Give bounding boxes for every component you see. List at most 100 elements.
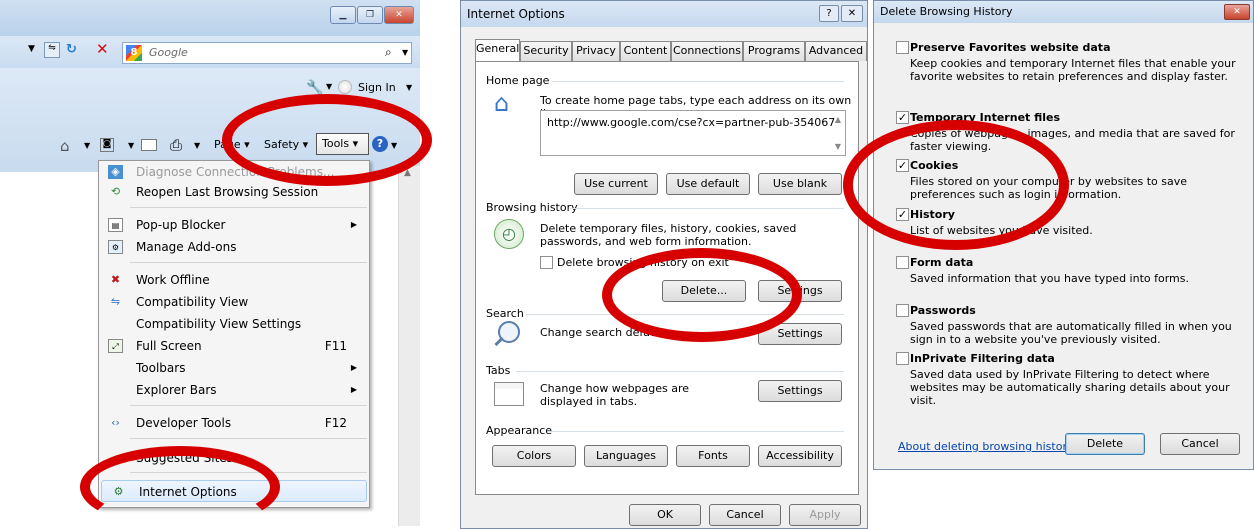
menu-item-full-screen[interactable]: ⤢ Full Screen F11	[99, 335, 369, 357]
tab-general[interactable]: General	[475, 39, 520, 61]
stop-icon[interactable]: ✕	[96, 40, 109, 58]
tab-programs[interactable]: Programs	[743, 41, 805, 61]
menu-item-popup-blocker[interactable]: ▤ Pop-up Blocker ▶	[99, 214, 369, 236]
highlight-ring-internet-options	[80, 446, 280, 528]
tab-connections[interactable]: Connections	[671, 41, 743, 61]
fullscreen-icon: ⤢	[108, 339, 123, 353]
home-page-url: http://www.google.com/cse?cx=partner-pub…	[547, 116, 836, 129]
accessibility-button[interactable]: Accessibility	[758, 445, 842, 467]
search-placeholder: Google	[149, 46, 188, 59]
menu-item-toolbars[interactable]: Toolbars ▶	[99, 357, 369, 379]
reopen-icon: ⟲	[110, 185, 121, 198]
chevron-down-icon[interactable]: ▼	[194, 141, 200, 150]
menu-item-developer-tools[interactable]: ‹› Developer Tools F12	[99, 412, 369, 434]
colors-button[interactable]: Colors	[492, 445, 576, 467]
help-button[interactable]: ?	[819, 5, 839, 22]
form-data-checkbox[interactable]	[896, 256, 909, 269]
highlight-ring-tools	[222, 94, 432, 186]
home-page-url-field[interactable]: http://www.google.com/cse?cx=partner-pub…	[540, 110, 846, 156]
menu-separator	[130, 207, 367, 208]
fonts-button[interactable]: Fonts	[676, 445, 750, 467]
chevron-down-icon[interactable]: ▼	[402, 48, 408, 57]
minimize-button[interactable]: ▁	[330, 6, 356, 24]
languages-button[interactable]: Languages	[584, 445, 668, 467]
submenu-arrow-icon: ▶	[350, 220, 357, 229]
tabs-settings-button[interactable]: Settings	[758, 380, 842, 402]
search-icon[interactable]: ⌕	[385, 45, 392, 60]
address-bar-row: ▼ ⇋ ↻ ✕ 8 Google ⌕ ▼	[0, 36, 420, 68]
chevron-down-icon[interactable]: ▼	[406, 83, 412, 92]
apply-button[interactable]: Apply	[789, 504, 861, 526]
close-button[interactable]: ✕	[841, 5, 863, 22]
menu-item-manage-addons[interactable]: ⚙ Manage Add-ons	[99, 236, 369, 258]
house-icon: ⌂	[494, 89, 510, 117]
use-blank-button[interactable]: Use blank	[758, 173, 842, 195]
addons-icon: ⚙	[108, 240, 123, 254]
scroll-up-icon[interactable]: ▲	[835, 115, 841, 124]
submenu-arrow-icon: ▶	[350, 385, 357, 394]
magnifier-handle	[494, 336, 504, 347]
dialog-title: Delete Browsing History	[880, 5, 1013, 18]
dialog-titlebar: Internet Options ? ✕	[461, 1, 867, 27]
preserve-favorites-label: Preserve Favorites website data	[910, 41, 1111, 54]
dialog-titlebar: Delete Browsing History ✕	[874, 1, 1253, 23]
ok-button[interactable]: OK	[629, 504, 701, 526]
tab-content[interactable]: Content	[620, 41, 671, 61]
use-default-button[interactable]: Use default	[666, 173, 750, 195]
use-current-button[interactable]: Use current	[574, 173, 658, 195]
google-logo-icon: 8	[126, 45, 142, 61]
user-circle-icon	[338, 80, 352, 94]
menu-item-work-offline[interactable]: ✖ Work Offline	[99, 269, 369, 291]
dropdown-arrow-icon[interactable]: ▼	[28, 44, 35, 54]
close-button[interactable]: ✕	[1224, 4, 1250, 20]
cancel-button[interactable]: Cancel	[709, 504, 781, 526]
page-scrollbar[interactable]: ▲	[398, 166, 420, 526]
browsing-history-group-label: Browsing history	[486, 201, 578, 214]
menu-item-compat-view[interactable]: ⇋ Compatibility View	[99, 291, 369, 313]
inprivate-checkbox[interactable]	[896, 352, 909, 365]
scroll-down-icon[interactable]: ▼	[835, 142, 841, 151]
browsing-history-description: Delete temporary files, history, cookies…	[540, 222, 797, 248]
menu-separator	[130, 405, 367, 406]
chevron-down-icon[interactable]: ▼	[84, 141, 90, 150]
passwords-description: Saved passwords that are automatically f…	[910, 320, 1232, 346]
menu-separator	[130, 438, 367, 439]
refresh-icon[interactable]: ↻	[66, 42, 77, 57]
passwords-checkbox[interactable]	[896, 304, 909, 317]
feeds-icon[interactable]: ◙	[100, 138, 114, 152]
search-group-label: Search	[486, 307, 524, 320]
tabs-window-icon	[494, 382, 524, 406]
mail-icon[interactable]	[141, 139, 157, 151]
delete-button[interactable]: Delete	[1065, 433, 1145, 455]
menu-item-explorer-bars[interactable]: Explorer Bars ▶	[99, 379, 369, 401]
highlight-ring-delete	[602, 248, 802, 342]
maximize-button[interactable]: ❐	[357, 6, 383, 24]
temp-files-checkbox[interactable]: ✓	[896, 111, 909, 124]
form-data-label: Form data	[910, 256, 974, 269]
menu-item-compat-settings[interactable]: Compatibility View Settings	[99, 313, 369, 335]
delete-on-exit-checkbox[interactable]	[540, 256, 553, 269]
about-deleting-link[interactable]: About deleting browsing history	[898, 440, 1073, 453]
search-box[interactable]: 8 Google ⌕ ▼	[122, 42, 412, 64]
menu-separator	[130, 262, 367, 263]
offline-icon: ✖	[110, 273, 121, 286]
tab-security[interactable]: Security	[520, 41, 572, 61]
print-icon[interactable]: ⎙	[170, 136, 182, 154]
group-divider	[552, 81, 844, 82]
chevron-down-icon[interactable]: ▼	[326, 82, 332, 91]
compat-view-icon[interactable]: ⇋	[44, 42, 60, 58]
preserve-favorites-checkbox[interactable]	[896, 41, 909, 54]
history-clock-icon: ◴	[494, 219, 524, 249]
tab-advanced[interactable]: Advanced	[805, 41, 867, 61]
home-icon[interactable]: ⌂	[60, 137, 70, 155]
chevron-down-icon[interactable]: ▼	[128, 141, 134, 150]
tabs-group-label: Tabs	[486, 364, 511, 377]
close-button[interactable]: ✕	[384, 6, 414, 24]
dialog-title: Internet Options	[467, 7, 565, 21]
tab-privacy[interactable]: Privacy	[572, 41, 620, 61]
sign-in-link[interactable]: Sign In	[358, 81, 396, 94]
cancel-button[interactable]: Cancel	[1160, 433, 1240, 455]
compat-icon: ⇋	[110, 295, 121, 308]
highlight-ring-checked-options	[843, 120, 1069, 250]
group-divider	[516, 371, 844, 372]
